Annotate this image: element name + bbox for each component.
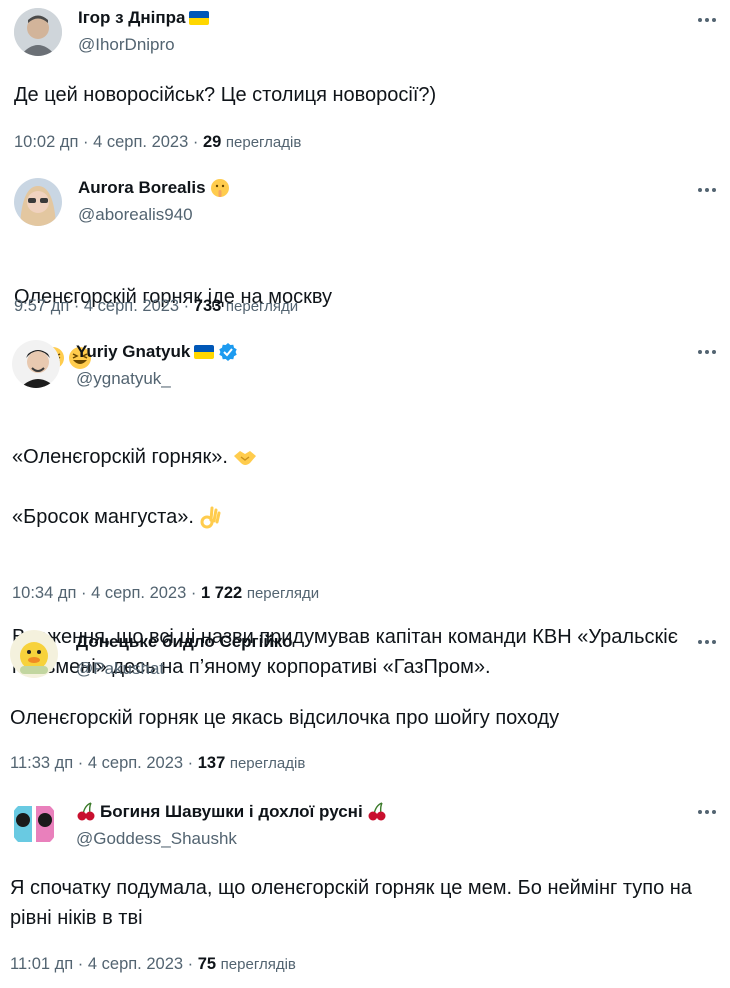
cherries-emoji <box>368 802 386 821</box>
view-count: 75 <box>197 955 217 973</box>
tweet-text: Оленєгорскій горняк це якась відсилочка … <box>10 707 560 729</box>
username[interactable]: @Pakushat <box>76 657 292 681</box>
username[interactable]: @ygnatyuk_ <box>76 367 238 391</box>
tweet-meta: 9:57 дп · 4 серп. 2023 · 733 перегляди <box>14 297 298 316</box>
views-label: перегладів <box>229 755 306 772</box>
avatar[interactable] <box>12 340 60 388</box>
tweet-text-segment: «Бросок мангуста». <box>12 506 200 528</box>
display-name-text: Ігор з Дніпра <box>78 8 186 27</box>
verified-badge-icon <box>219 343 238 361</box>
tweet-5[interactable]: Богиня Шавушки і дохлої руснi @Goddess_S… <box>0 790 730 988</box>
display-name[interactable]: Yuriy Gnatyuk <box>76 340 238 364</box>
views-label: переглядів <box>220 956 296 973</box>
display-name-text: Aurora Borealis <box>78 178 206 197</box>
tweet-text-line: «Оленєгорскій горняк». <box>12 442 717 472</box>
views-label: перегляди <box>246 585 320 602</box>
more-options-icon[interactable] <box>696 8 718 32</box>
tweet-4[interactable]: Донецьке бидло Сергійко @Pakushat Оленєг… <box>0 620 730 790</box>
shushing-face-emoji <box>210 179 229 197</box>
tweet-meta: 11:33 дп · 4 серп. 2023 · 137 перегладів <box>10 754 305 773</box>
username[interactable]: @Goddess_Shaushk <box>76 827 387 851</box>
display-name-text: Yuriy Gnatyuk <box>76 342 191 361</box>
tweet-header: Aurora Borealis @aborealis940 <box>0 170 730 230</box>
username[interactable]: @IhorDnipro <box>78 33 209 57</box>
tweet-header: Богиня Шавушки і дохлої руснi @Goddess_S… <box>0 790 730 850</box>
display-name[interactable]: Aurora Borealis <box>78 176 230 200</box>
tweet-text-segment: «Оленєгорскій горняк». <box>12 446 234 468</box>
tweet-1[interactable]: Ігор з Дніпра @IhorDnipro Де цей новорос… <box>0 0 730 170</box>
ukraine-flag-icon <box>189 11 210 25</box>
view-count: 137 <box>197 754 226 772</box>
more-options-icon[interactable] <box>696 630 718 654</box>
tweet-header: Yuriy Gnatyuk @ygnatyuk_ <box>0 330 730 390</box>
more-options-icon[interactable] <box>696 800 718 824</box>
display-name[interactable]: Ігор з Дніпра <box>78 6 210 30</box>
timestamp-link[interactable]: 10:34 дп · 4 серп. 2023 · <box>12 584 201 602</box>
ok-hand-emoji <box>200 506 221 529</box>
display-name-text: Богиня Шавушки і дохлої руснi <box>100 802 363 821</box>
tweet-header: Ігор з Дніпра @IhorDnipro <box>0 0 730 60</box>
view-count: 29 <box>202 133 222 151</box>
avatar[interactable] <box>14 178 62 226</box>
tweet-header: Донецьке бидло Сергійко @Pakushat <box>0 620 730 680</box>
cherries-emoji <box>77 802 95 821</box>
avatar[interactable] <box>10 800 58 848</box>
tweet-3[interactable]: Yuriy Gnatyuk @ygnatyuk_ «Оленєгорскій г… <box>0 330 730 678</box>
view-count: 1 722 <box>200 584 243 602</box>
avatar[interactable] <box>10 630 58 678</box>
tweet-meta: 10:02 дп · 4 серп. 2023 · 29 перегладів <box>14 133 301 152</box>
views-label: перегляди <box>225 298 299 315</box>
more-options-icon[interactable] <box>696 340 718 364</box>
username[interactable]: @aborealis940 <box>78 203 230 227</box>
tweet-text: Де цей новоросійськ? Це столиця новоросі… <box>14 84 437 106</box>
display-name-text: Донецьке бидло Сергійко <box>76 632 293 651</box>
view-count: 733 <box>193 297 222 315</box>
avatar[interactable] <box>14 8 62 56</box>
tweet-meta: 11:01 дп · 4 серп. 2023 · 75 переглядів <box>10 955 296 974</box>
timestamp-link[interactable]: 11:33 дп · 4 серп. 2023 · <box>10 754 198 772</box>
tweet-text-line: «Бросок мангуста». <box>12 502 717 532</box>
timestamp-link[interactable]: 11:01 дп · 4 серп. 2023 · <box>10 955 198 973</box>
display-name[interactable]: Донецьке бидло Сергійко <box>76 630 292 654</box>
tweet-text: Я спочатку подумала, що оленєгорскій гор… <box>10 877 692 929</box>
display-name[interactable]: Богиня Шавушки і дохлої руснi <box>76 800 387 824</box>
timestamp-link[interactable]: 10:02 дп · 4 серп. 2023 · <box>14 133 203 151</box>
tweet-2[interactable]: Aurora Borealis @aborealis940 Оленєгорск… <box>0 170 730 369</box>
views-label: перегладів <box>225 134 302 151</box>
timestamp-link[interactable]: 9:57 дп · 4 серп. 2023 · <box>14 297 194 315</box>
tweet-meta: 10:34 дп · 4 серп. 2023 · 1 722 перегляд… <box>12 584 319 603</box>
handshake-emoji <box>234 450 257 465</box>
ukraine-flag-icon <box>194 345 215 359</box>
more-options-icon[interactable] <box>696 178 718 202</box>
